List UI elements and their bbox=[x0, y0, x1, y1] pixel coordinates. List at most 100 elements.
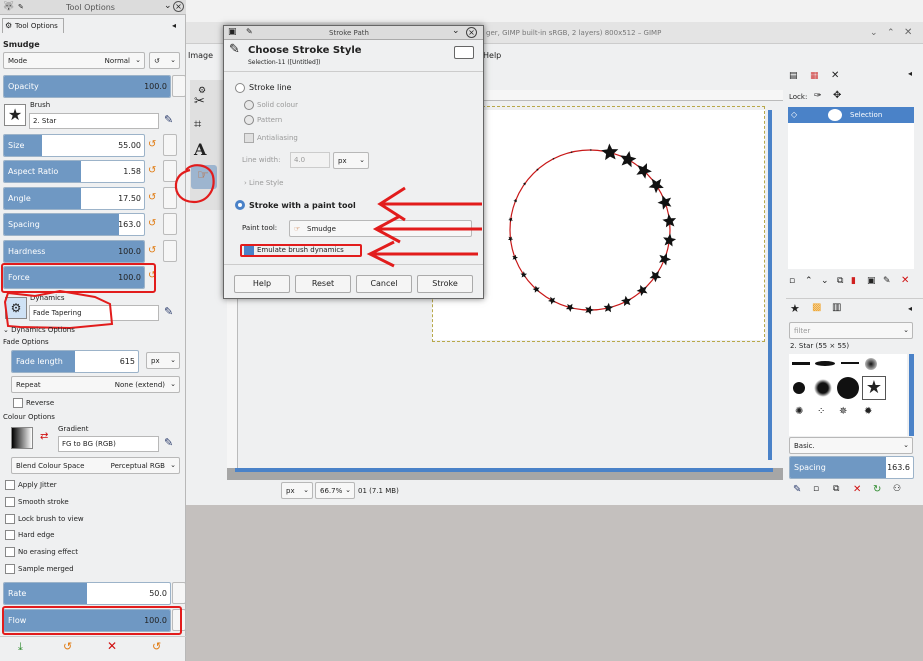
dialog-close-icon[interactable]: × bbox=[466, 27, 477, 38]
pattern-radio[interactable] bbox=[244, 115, 254, 125]
dialog-collapse-icon[interactable]: ⌄ bbox=[452, 26, 460, 36]
selection-to-path-icon[interactable]: ▣ bbox=[867, 276, 876, 286]
stroke-paint-tool-radio[interactable] bbox=[235, 200, 245, 210]
hardness-slider[interactable]: Hardness 100.0 bbox=[3, 240, 145, 263]
reverse-checkbox[interactable] bbox=[13, 398, 23, 408]
delete-brush-icon[interactable]: ✕ bbox=[853, 484, 861, 495]
fade-length-slider[interactable]: Fade length 615 bbox=[11, 350, 139, 373]
reset-spacing-icon[interactable]: ↺ bbox=[148, 218, 156, 229]
edit-dynamics-icon[interactable]: ✎ bbox=[164, 305, 173, 318]
save-options-icon[interactable]: ⤓ bbox=[18, 640, 23, 654]
menu-help[interactable]: Help bbox=[483, 51, 501, 60]
delete-path-icon[interactable]: ✕ bbox=[901, 275, 909, 286]
fade-unit-select[interactable]: px ⌄ bbox=[146, 352, 180, 369]
collapse-icon[interactable]: ⌄ bbox=[164, 1, 172, 11]
brush-splatter-1[interactable]: ✺ bbox=[795, 406, 803, 417]
size-slider[interactable]: Size 55.00 bbox=[3, 134, 145, 157]
brush-splatter-3[interactable]: ✵ bbox=[839, 406, 847, 417]
zoom-select[interactable]: 66.7% ⌄ bbox=[315, 482, 355, 499]
brush-circle-small[interactable] bbox=[793, 382, 805, 394]
antialiasing-checkbox[interactable] bbox=[244, 133, 254, 143]
dynamics-options-expander[interactable]: ⌄ Dynamics Options bbox=[3, 326, 75, 334]
stroke-button[interactable]: Stroke bbox=[417, 275, 473, 293]
size-link-button[interactable] bbox=[163, 134, 177, 156]
menu-image[interactable]: Image bbox=[188, 51, 213, 60]
paint-along-path-icon[interactable]: ✎ bbox=[883, 276, 891, 286]
paths-tab-icon[interactable]: ✕ bbox=[831, 70, 839, 81]
new-path-icon[interactable]: ▫ bbox=[789, 276, 795, 286]
restore-options-icon[interactable]: ↺ bbox=[63, 640, 72, 653]
brush-splatter-4[interactable]: ✹ bbox=[864, 406, 872, 417]
brush-fuzzy-small[interactable] bbox=[865, 358, 877, 370]
solid-colour-radio[interactable] bbox=[244, 100, 254, 110]
spacing-link-button[interactable] bbox=[163, 213, 177, 235]
brush-name-field[interactable]: 2. Star bbox=[29, 113, 159, 129]
brush-filter-select[interactable]: filter ⌄ bbox=[789, 322, 913, 339]
line-width-unit-select[interactable]: px ⌄ bbox=[333, 152, 369, 169]
tab-tool-options[interactable]: ⚙ Tool Options bbox=[2, 18, 64, 33]
minimize-icon[interactable]: ⌄ bbox=[870, 28, 878, 38]
brush-circle-large[interactable] bbox=[837, 377, 859, 399]
blend-colour-space-select[interactable]: Blend Colour Space Perceptual RGB ⌄ bbox=[11, 457, 180, 474]
brush-star-selected-icon[interactable]: ★ bbox=[862, 376, 886, 400]
help-button[interactable]: Help bbox=[234, 275, 290, 293]
angle-slider[interactable]: Angle 17.50 bbox=[3, 187, 145, 210]
reverse-gradient-icon[interactable]: ⇄ bbox=[40, 431, 48, 442]
vertical-scrollbar[interactable] bbox=[768, 110, 772, 460]
brush-scrollbar[interactable] bbox=[909, 354, 914, 436]
brush-ellipse[interactable] bbox=[815, 361, 835, 366]
dialog-pin-icon[interactable]: ✎ bbox=[246, 27, 253, 36]
reset-options-icon[interactable]: ↺ bbox=[152, 640, 161, 653]
rate-spin[interactable] bbox=[172, 582, 186, 604]
hardness-link-button[interactable] bbox=[163, 240, 177, 262]
gradient-field[interactable]: FG to BG (RGB) bbox=[58, 436, 159, 452]
line-width-field[interactable]: 4.0 bbox=[290, 152, 330, 168]
brush-splatter-2[interactable]: ⁘ bbox=[817, 406, 825, 417]
brushes-tab-star-icon[interactable]: ★ bbox=[790, 302, 800, 315]
lock-position-icon[interactable]: ✥ bbox=[833, 90, 841, 101]
brush-dock-menu-icon[interactable]: ◂ bbox=[908, 304, 912, 313]
option-checkbox[interactable] bbox=[5, 564, 15, 574]
brush-line-thin[interactable] bbox=[841, 362, 859, 364]
channels-tab-icon[interactable]: ▦ bbox=[810, 71, 819, 81]
edit-gradient-icon[interactable]: ✎ bbox=[164, 436, 173, 449]
close-icon[interactable]: ✕ bbox=[904, 27, 912, 38]
rate-slider[interactable]: Rate 50.0 bbox=[3, 582, 171, 605]
option-checkbox[interactable] bbox=[5, 547, 15, 558]
duplicate-path-icon[interactable]: ⧉ bbox=[837, 276, 843, 286]
reset-angle-icon[interactable]: ↺ bbox=[148, 192, 156, 203]
layers-tab-icon[interactable]: ▤ bbox=[789, 71, 798, 81]
mode-reset-select[interactable]: ↺ ⌄ bbox=[149, 52, 180, 69]
path-row-selection[interactable]: ◇ Selection bbox=[788, 107, 914, 123]
open-brush-icon[interactable]: ⚇ bbox=[893, 484, 901, 494]
stroke-line-radio[interactable] bbox=[235, 83, 245, 93]
horizontal-scrollbar[interactable] bbox=[235, 468, 773, 472]
refresh-brushes-icon[interactable]: ↻ bbox=[873, 484, 881, 495]
option-checkbox[interactable] bbox=[5, 480, 15, 490]
cancel-button[interactable]: Cancel bbox=[356, 275, 412, 293]
brush-tag-select[interactable]: Basic. ⌄ bbox=[789, 437, 913, 454]
option-checkbox[interactable] bbox=[5, 530, 15, 541]
option-checkbox[interactable] bbox=[5, 513, 15, 524]
mode-select[interactable]: Mode Normal ⌄ bbox=[3, 52, 145, 69]
reset-size-icon[interactable]: ↺ bbox=[148, 139, 156, 150]
brush-fuzzy-medium[interactable] bbox=[814, 379, 832, 397]
maximize-icon[interactable]: ⌃ bbox=[887, 28, 895, 38]
spacing-slider[interactable]: Spacing 163.0 bbox=[3, 213, 145, 236]
opacity-spin[interactable] bbox=[172, 75, 186, 97]
unit-select[interactable]: px ⌄ bbox=[281, 482, 313, 499]
new-brush-icon[interactable]: ▫ bbox=[813, 484, 819, 494]
repeat-select[interactable]: Repeat None (extend) ⌄ bbox=[11, 376, 180, 393]
pin-icon[interactable]: ✎ bbox=[18, 3, 24, 11]
duplicate-brush-icon[interactable]: ⧉ bbox=[833, 484, 839, 494]
patterns-tab-icon[interactable]: ▩ bbox=[812, 302, 821, 313]
reset-hardness-icon[interactable]: ↺ bbox=[148, 245, 156, 256]
line-style-expander[interactable]: › Line Style bbox=[244, 179, 283, 187]
lower-path-icon[interactable]: ⌄ bbox=[821, 276, 829, 286]
edit-brush-icon[interactable]: ✎ bbox=[164, 113, 173, 126]
aspect-ratio-slider[interactable]: Aspect Ratio 1.58 bbox=[3, 160, 145, 183]
edit-brush-icon[interactable]: ✎ bbox=[793, 484, 801, 495]
brush-line[interactable] bbox=[792, 362, 810, 365]
opacity-slider[interactable]: Opacity 100.0 bbox=[3, 75, 171, 98]
path-to-selection-icon[interactable]: ▮ bbox=[851, 276, 856, 286]
